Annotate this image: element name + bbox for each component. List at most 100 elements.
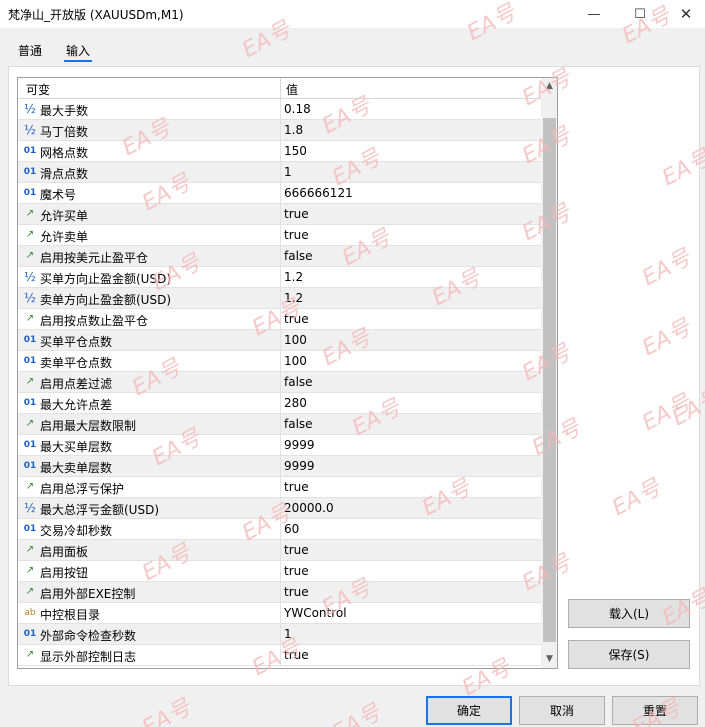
scroll-up-icon[interactable]: ▲ — [541, 78, 557, 95]
table-row[interactable]: 01 外部命令检查秒数 1 — [18, 624, 541, 645]
cell-divider — [280, 603, 281, 624]
variable-name: 启用最大层数限制 — [40, 419, 137, 433]
variable-value[interactable]: 666666121 — [284, 186, 353, 200]
cell-divider — [280, 477, 281, 498]
table-row[interactable]: ½ 买单方向止盈金额(USD) 1.2 — [18, 267, 541, 288]
tab-common[interactable]: 普通 — [18, 42, 42, 59]
table-row[interactable]: ↗ 启用外部EXE控制 true — [18, 582, 541, 603]
table-row[interactable]: ½ 卖单方向止盈金额(USD) 1.2 — [18, 288, 541, 309]
variable-value[interactable]: 100 — [284, 354, 307, 368]
cell-divider — [280, 498, 281, 519]
maximize-button[interactable]: ☐ — [617, 0, 663, 28]
reset-button[interactable]: 重置 — [612, 696, 698, 725]
variable-value[interactable]: true — [284, 543, 309, 557]
cell-divider — [280, 372, 281, 393]
variable-value[interactable]: YWControl — [284, 606, 347, 620]
table-row[interactable]: ↗ 启用最大层数限制 false — [18, 414, 541, 435]
table-row[interactable]: 01 最大卖单层数 9999 — [18, 456, 541, 477]
cell-divider — [280, 330, 281, 351]
variable-value[interactable]: 280 — [284, 396, 307, 410]
cell-divider — [280, 141, 281, 162]
variable-name: 最大手数 — [40, 104, 89, 118]
table-row[interactable]: ½ 最大手数 0.18 — [18, 99, 541, 120]
table-row[interactable]: ↗ 启用按点数止盈平仓 true — [18, 309, 541, 330]
close-button[interactable]: ✕ — [663, 0, 705, 28]
variable-value[interactable]: 9999 — [284, 459, 315, 473]
table-row[interactable]: ↗ 启用按钮 true — [18, 561, 541, 582]
table-row[interactable]: ½ 最大总浮亏金额(USD) 20000.0 — [18, 498, 541, 519]
variable-name: 显示外部控制日志 — [40, 650, 137, 664]
bool-type-icon: ↗ — [25, 376, 35, 387]
scroll-down-icon[interactable]: ▼ — [541, 651, 557, 668]
cancel-button[interactable]: 取消 — [519, 696, 605, 725]
scroll-thumb[interactable] — [543, 118, 556, 642]
column-divider[interactable] — [280, 78, 281, 99]
variable-name: 最大允许点差 — [40, 398, 113, 412]
cell-divider — [280, 414, 281, 435]
table-row[interactable]: ↗ 允许卖单 true — [18, 225, 541, 246]
variable-value[interactable]: true — [284, 207, 309, 221]
table-row[interactable]: 01 卖单平仓点数 100 — [18, 351, 541, 372]
variable-name: 允许买单 — [40, 209, 89, 223]
table-row[interactable]: 01 网格点数 150 — [18, 141, 541, 162]
table-row[interactable]: ↗ 启用总浮亏保护 true — [18, 477, 541, 498]
variable-value[interactable]: 0.18 — [284, 102, 311, 116]
table-row[interactable]: ↗ 显示外部控制日志 true — [18, 645, 541, 666]
variable-value[interactable]: 1.2 — [284, 270, 303, 284]
table-row[interactable]: 01 最大买单层数 9999 — [18, 435, 541, 456]
variable-value[interactable]: 20000.0 — [284, 501, 334, 515]
table-row[interactable]: 01 魔术号 666666121 — [18, 183, 541, 204]
variable-value[interactable]: 1 — [284, 165, 292, 179]
variable-value[interactable]: 9999 — [284, 438, 315, 452]
cell-divider — [280, 120, 281, 141]
variable-value[interactable]: true — [284, 480, 309, 494]
variable-value[interactable]: true — [284, 228, 309, 242]
variable-name: 中控根目录 — [40, 608, 101, 622]
column-header-value[interactable]: 值 — [286, 81, 298, 98]
integer-type-icon: 01 — [23, 629, 37, 639]
variable-value[interactable]: true — [284, 648, 309, 662]
variable-value[interactable]: true — [284, 585, 309, 599]
variable-value[interactable]: true — [284, 312, 309, 326]
variable-value[interactable]: 1.2 — [284, 291, 303, 305]
load-button[interactable]: 载入(L) — [568, 599, 690, 628]
bool-type-icon: ↗ — [25, 418, 35, 429]
inputs-grid: 可变 值 ½ 最大手数 0.18 ½ 马丁倍数 1.8 01 网格点数 150 01 滑点点数 1 01… — [17, 77, 558, 669]
vertical-scrollbar[interactable]: ▲ ▼ — [541, 78, 557, 668]
table-row[interactable]: ↗ 启用点差过滤 false — [18, 372, 541, 393]
table-row[interactable]: 01 交易冷却秒数 60 — [18, 519, 541, 540]
variable-value[interactable]: 1 — [284, 627, 292, 641]
variable-value[interactable]: false — [284, 249, 313, 263]
table-row[interactable]: 01 滑点点数 1 — [18, 162, 541, 183]
column-header-variable[interactable]: 可变 — [26, 81, 50, 98]
variable-value[interactable]: false — [284, 417, 313, 431]
variable-value[interactable]: 60 — [284, 522, 299, 536]
integer-type-icon: 01 — [23, 524, 37, 534]
table-row[interactable]: 01 最大允许点差 280 — [18, 393, 541, 414]
table-row[interactable]: ↗ 允许买单 true — [18, 204, 541, 225]
table-row[interactable]: ½ 马丁倍数 1.8 — [18, 120, 541, 141]
variable-value[interactable]: true — [284, 564, 309, 578]
variable-value[interactable]: false — [284, 375, 313, 389]
cell-divider — [280, 246, 281, 267]
variable-name: 最大买单层数 — [40, 440, 113, 454]
table-row[interactable]: ab 中控根目录 YWControl — [18, 603, 541, 624]
double-type-icon: ½ — [24, 102, 36, 116]
minimize-button[interactable]: — — [571, 0, 617, 28]
save-button[interactable]: 保存(S) — [568, 640, 690, 669]
variable-value[interactable]: 1.8 — [284, 123, 303, 137]
tab-inputs[interactable]: 输入 — [66, 42, 90, 59]
variable-name: 启用按点数止盈平仓 — [40, 314, 149, 328]
cell-divider — [280, 267, 281, 288]
integer-type-icon: 01 — [23, 398, 37, 408]
table-row[interactable]: ↗ 启用按美元止盈平仓 false — [18, 246, 541, 267]
table-row[interactable]: 01 买单平仓点数 100 — [18, 330, 541, 351]
bool-type-icon: ↗ — [25, 208, 35, 219]
ok-button[interactable]: 确定 — [426, 696, 512, 725]
table-row[interactable]: ↗ 启用面板 true — [18, 540, 541, 561]
variable-value[interactable]: 150 — [284, 144, 307, 158]
variable-name: 马丁倍数 — [40, 125, 89, 139]
variable-name: 最大总浮亏金额(USD) — [40, 503, 160, 517]
integer-type-icon: 01 — [23, 440, 37, 450]
variable-value[interactable]: 100 — [284, 333, 307, 347]
